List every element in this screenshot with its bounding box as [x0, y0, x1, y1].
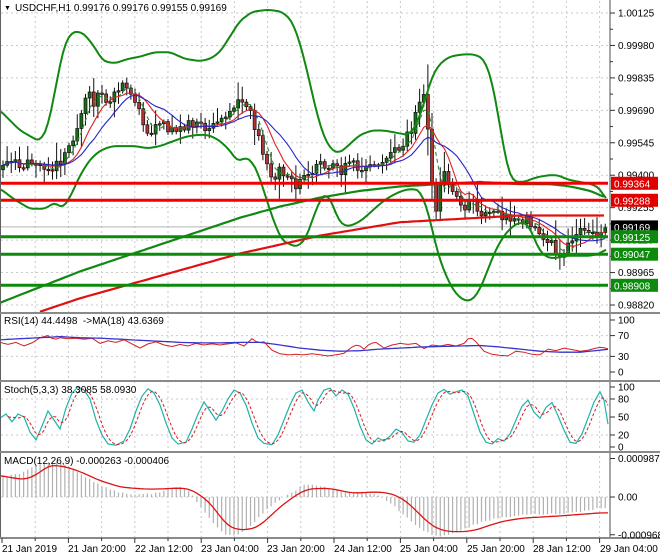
- svg-text:0.99364: 0.99364: [614, 179, 651, 190]
- support-resistance-levels-layer: [1, 181, 608, 287]
- time-axis-label: 25 Jan 04:00: [400, 544, 458, 555]
- svg-text:0.99047: 0.99047: [614, 250, 651, 261]
- chart-title: ▼ USDCHF,H1 0.99176 0.99176 0.99155 0.991…: [4, 3, 227, 14]
- time-axis-label: 28 Jan 12:00: [533, 544, 591, 555]
- svg-text:100: 100: [618, 383, 635, 394]
- bollinger-bands-layer: [1, 8, 607, 302]
- time-axis-label: 22 Jan 12:00: [135, 544, 193, 555]
- time-axis-label: 21 Jan 20:00: [68, 544, 126, 555]
- svg-text:80: 80: [618, 395, 630, 406]
- support-price-badge: 0.99047: [611, 247, 658, 261]
- svg-text:0.99545: 0.99545: [618, 138, 655, 149]
- svg-text:0.000987: 0.000987: [618, 454, 660, 465]
- svg-text:0.98908: 0.98908: [614, 281, 651, 292]
- svg-text:1.00125: 1.00125: [618, 9, 655, 20]
- time-axis-label: 24 Jan 12:00: [334, 544, 392, 555]
- macd-panel: [1, 461, 608, 537]
- svg-text:0.99125: 0.99125: [614, 233, 651, 244]
- time-axis-label: 23 Jan 20:00: [267, 544, 325, 555]
- time-axis-label: 25 Jan 20:00: [467, 544, 525, 555]
- svg-text:0.00: 0.00: [618, 493, 638, 504]
- time-axis-label: 23 Jan 04:00: [201, 544, 259, 555]
- chart-title-text: USDCHF,H1 0.99176 0.99176 0.99155 0.9916…: [14, 3, 227, 14]
- svg-text:30: 30: [618, 352, 630, 363]
- time-axis-label: 29 Jan 04:00: [600, 544, 658, 555]
- svg-text:100: 100: [618, 316, 635, 327]
- svg-text:70: 70: [618, 331, 630, 342]
- chart-window: 1.00125 0.99980 0.99835 0.99690 0.99545 0.994…: [0, 0, 660, 560]
- macd-label: MACD(12,26,9) -0.000263 -0.000406: [4, 456, 170, 467]
- time-axis-label: 21 Jan 2019: [2, 544, 57, 555]
- rsi-panel: [1, 335, 609, 357]
- support-price-badge: 0.98908: [611, 278, 658, 292]
- svg-text:0.99288: 0.99288: [614, 196, 651, 207]
- svg-text:50: 50: [618, 413, 630, 424]
- svg-text:20: 20: [618, 431, 630, 442]
- dropdown-arrow-icon: ▼: [4, 5, 11, 12]
- price-axis: 1.001250.999800.998350.996900.995450.994…: [610, 9, 660, 541]
- resistance-price-badge: 0.99288: [611, 193, 658, 207]
- svg-text:0: 0: [618, 443, 624, 454]
- stochastic-label: Stoch(5,3,3) 38.3085 58.0930: [4, 385, 137, 396]
- svg-text:0.98965: 0.98965: [618, 268, 655, 279]
- support-price-badge: 0.99125: [611, 230, 658, 244]
- svg-text:0.99835: 0.99835: [618, 73, 655, 84]
- svg-text:0: 0: [618, 368, 624, 379]
- svg-text:-0.000968: -0.000968: [618, 530, 660, 541]
- svg-text:0.99690: 0.99690: [618, 106, 655, 117]
- resistance-price-badge: 0.99364: [611, 176, 658, 190]
- time-axis: 21 Jan 2019 21 Jan 20:00 22 Jan 12:00 23 Ja…: [1, 538, 658, 555]
- rsi-label: RSI(14) 44.4498 ->MA(18) 43.6369: [4, 316, 164, 327]
- chart-canvas[interactable]: 1.001250.999800.998350.996900.995450.994…: [0, 0, 660, 560]
- svg-text:0.99980: 0.99980: [618, 41, 655, 52]
- svg-text:0.98820: 0.98820: [618, 300, 655, 311]
